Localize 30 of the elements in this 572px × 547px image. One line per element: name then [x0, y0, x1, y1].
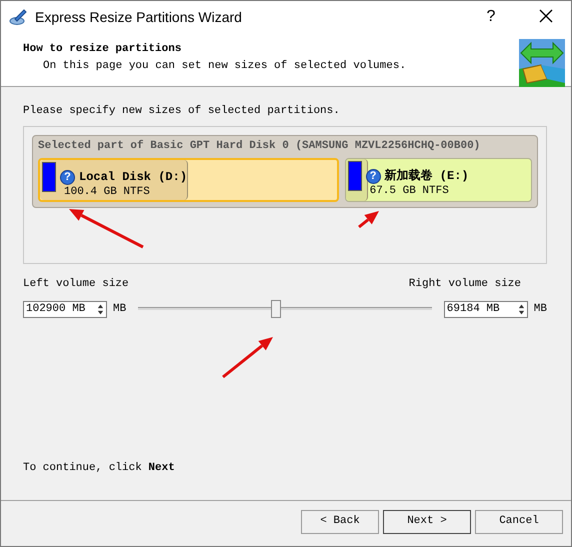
wizard-icon: [519, 39, 565, 87]
window-title: Express Resize Partitions Wizard: [35, 8, 243, 27]
partition-color-bar: [348, 161, 362, 191]
partition-block[interactable]: ? 新加载卷 (E:) 67.5 GB NTFS: [344, 158, 532, 202]
partition-color-bar: [42, 162, 56, 192]
left-size-label: Left volume size: [23, 276, 129, 292]
info-mark: ?: [366, 168, 381, 184]
cancel-button[interactable]: Cancel: [475, 510, 563, 534]
app-icon: [9, 8, 27, 26]
close-icon[interactable]: [539, 8, 553, 23]
unit-label: MB: [113, 302, 126, 317]
annotation-arrow: [222, 337, 273, 378]
partition-name: 新加载卷 (E:): [384, 168, 469, 185]
right-size-label: Right volume size: [408, 276, 521, 292]
annotation-arrow: [358, 211, 379, 228]
info-mark: ?: [60, 170, 75, 184]
disk-caption: Selected part of Basic GPT Hard Disk 0 (SAMSUNG MZVL2256HCHQ-00B00): [38, 138, 482, 154]
back-button[interactable]: < Back: [301, 510, 379, 534]
partition-size: 67.5 GB NTFS: [368, 184, 450, 199]
partition-block[interactable]: ? Local Disk (D:) 100.4 GB NTFS: [38, 158, 339, 202]
unit-label: MB: [534, 302, 547, 317]
partition-name: Local Disk (D:): [79, 169, 188, 186]
continue-note: To continue, click Next: [23, 460, 176, 476]
instruction-text: Please specify new sizes of selected partitions.: [23, 104, 341, 119]
partition-size: 100.4 GB NTFS: [63, 185, 151, 200]
next-button[interactable]: Next >: [383, 510, 471, 534]
slider-thumb[interactable]: [271, 300, 282, 318]
page-subtitle: On this page you can set new sizes of selected volumes.: [42, 58, 408, 74]
help-button[interactable]: ?: [471, 5, 511, 29]
page-title: How to resize partitions: [23, 42, 182, 57]
